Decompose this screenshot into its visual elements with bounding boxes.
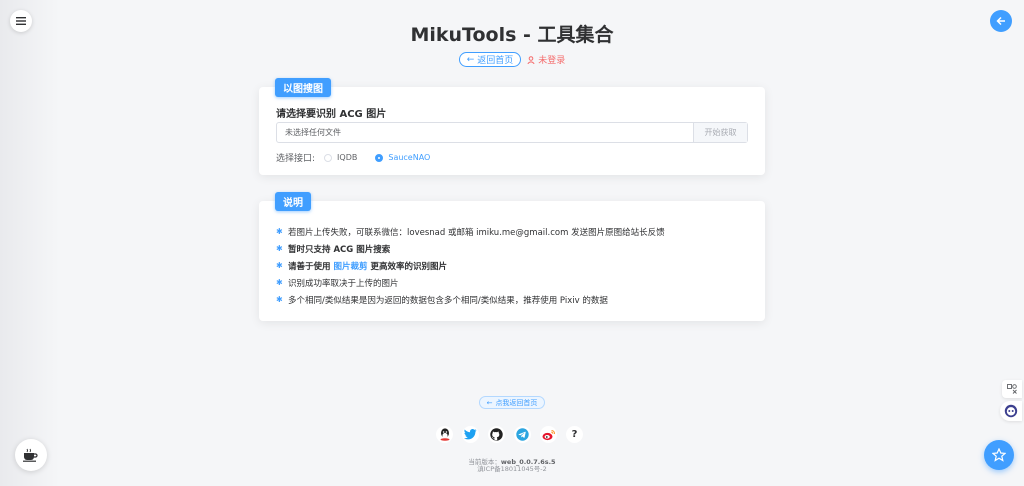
login-status-label: 未登录 — [538, 56, 566, 66]
list-item: ✱ 暂时只支持 ACG 图片搜索 — [276, 240, 665, 257]
api-label: 选择接口: — [276, 154, 316, 164]
translate-icon — [1007, 384, 1017, 394]
coffee-button[interactable] — [15, 439, 47, 471]
star-icon — [992, 448, 1006, 462]
favorite-button[interactable] — [984, 440, 1014, 470]
github-icon[interactable] — [488, 426, 505, 443]
twitter-icon[interactable] — [462, 426, 479, 443]
card-tag-image-search: 以图搜图 — [275, 78, 331, 97]
notes-card: 说明 ✱ 若图片上传失败，可联系微信：lovesnad 或邮箱 imiku.me… — [259, 192, 765, 321]
coffee-icon — [23, 448, 38, 462]
weibo-icon[interactable] — [540, 426, 557, 443]
image-crop-link[interactable]: 图片裁剪 — [333, 262, 367, 272]
list-item: ✱ 若图片上传失败，可联系微信：lovesnad 或邮箱 imiku.me@gm… — [276, 223, 665, 240]
bullet-icon: ✱ — [276, 244, 283, 253]
api-selector: 选择接口: IQDB SauceNAO — [276, 151, 430, 164]
user-icon — [527, 55, 535, 64]
side-tool-button[interactable] — [1002, 380, 1022, 398]
radio-saucenao[interactable]: SauceNAO — [375, 153, 430, 162]
robot-icon — [1004, 404, 1018, 418]
note-text: 请善于使用 图片裁剪 更高效率的识别图片 — [288, 260, 447, 272]
note-text: 暂时只支持 ACG 图片搜索 — [288, 244, 391, 255]
note-text: 若图片上传失败，可联系微信：lovesnad 或邮箱 imiku.me@gmai… — [288, 227, 665, 238]
file-input[interactable]: 未选择任何文件 — [277, 123, 693, 142]
footer-back-home-button[interactable]: ← 点我返回首页 — [479, 396, 545, 409]
login-status[interactable]: 未登录 — [527, 53, 565, 66]
radio-iqdb[interactable]: IQDB — [324, 153, 357, 162]
telegram-icon[interactable] — [514, 426, 531, 443]
footer-back-label: 点我返回首页 — [495, 398, 538, 407]
help-glyph: ? — [571, 429, 578, 440]
radio-unchecked-icon — [324, 153, 333, 162]
qq-icon[interactable] — [436, 426, 453, 443]
bullet-icon: ✱ — [276, 227, 283, 236]
list-item: ✱ 识别成功率取决于上传的图片 — [276, 274, 665, 291]
image-search-card: 以图搜图 请选择要识别 ACG 图片 未选择任何文件 开始获取 选择接口: IQ… — [259, 78, 765, 175]
notes-list: ✱ 若图片上传失败，可联系微信：lovesnad 或邮箱 imiku.me@gm… — [276, 223, 665, 308]
list-item: ✱ 请善于使用 图片裁剪 更高效率的识别图片 — [276, 257, 665, 274]
help-icon[interactable]: ? — [566, 426, 583, 443]
back-home-button[interactable]: ← 返回首页 — [458, 52, 522, 67]
bullet-icon: ✱ — [276, 278, 283, 287]
page-title: MikuTools - 工具集合 — [410, 24, 614, 46]
note-post: 更高效率的识别图片 — [367, 261, 447, 272]
arrow-left-icon: ← — [466, 54, 475, 65]
back-home-label: 返回首页 — [477, 56, 514, 66]
card-tag-notes: 说明 — [275, 192, 311, 211]
assistant-button[interactable] — [1000, 401, 1022, 421]
bullet-icon: ✱ — [276, 295, 283, 304]
list-item: ✱ 多个相同/类似结果是因为返回的数据包含多个相同/类似结果，推荐使用 Pixi… — [276, 291, 665, 308]
radio-label: SauceNAO — [388, 153, 431, 162]
bullet-icon: ✱ — [276, 261, 283, 270]
note-pre: 请善于使用 — [288, 261, 334, 272]
note-text: 多个相同/类似结果是因为返回的数据包含多个相同/类似结果，推荐使用 Pixiv … — [288, 295, 608, 306]
radio-checked-icon — [375, 153, 384, 162]
subnav: ← 返回首页 未登录 — [0, 52, 1024, 67]
radio-label: IQDB — [337, 153, 358, 162]
social-links: ? — [436, 426, 583, 443]
file-picker: 未选择任何文件 开始获取 — [276, 122, 748, 143]
arrow-left-icon: ← — [486, 398, 493, 407]
left-shade — [0, 0, 60, 486]
note-text: 识别成功率取决于上传的图片 — [288, 278, 399, 289]
card-heading: 请选择要识别 ACG 图片 — [276, 109, 387, 120]
start-button[interactable]: 开始获取 — [693, 123, 747, 142]
icp-record[interactable]: 滇ICP备18011045号-2 — [0, 463, 1024, 473]
